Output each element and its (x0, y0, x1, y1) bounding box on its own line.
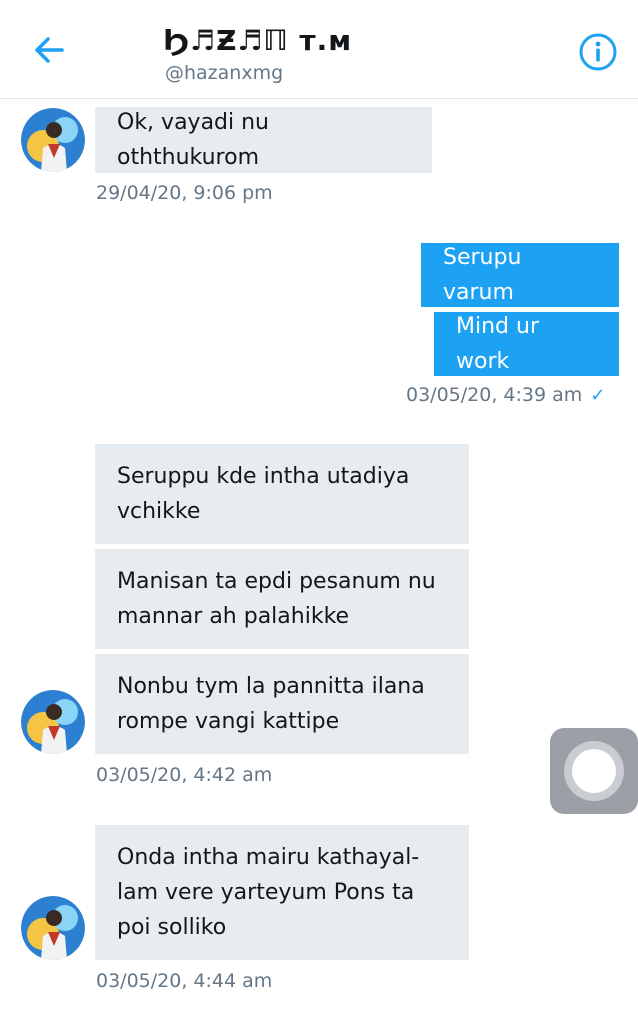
message-line: mannar ah palahikke (117, 604, 350, 629)
avatar[interactable] (21, 896, 85, 960)
message-text: Seruppu kde intha utadiya vchikke (117, 459, 409, 529)
message-bubble[interactable]: Seruppu kde intha utadiya vchikke (95, 444, 469, 544)
check-icon: ✓ (590, 385, 606, 406)
assistive-touch-icon[interactable] (550, 728, 638, 814)
message-line: Nonbu tym la pannitta ilana (117, 674, 425, 699)
message-timestamp: 03/05/20, 4:44 am (96, 970, 273, 992)
message-timestamp-text: 03/05/20, 4:39 am (406, 384, 583, 406)
conversation-title[interactable]: Ϧ♬Ƶ♬ℿ т.м (163, 24, 352, 57)
message-bubble[interactable]: Mind ur work (434, 312, 619, 376)
message-bubble[interactable]: Onda intha mairu kathayal- lam vere yart… (95, 825, 469, 960)
message-line: lam vere yarteyum Pons ta (117, 880, 415, 905)
message-bubble[interactable]: Nonbu tym la pannitta ilana rompe vangi … (95, 654, 469, 754)
message-bubble[interactable]: Serupu varum (421, 243, 619, 307)
message-timestamp: 29/04/20, 9:06 pm (96, 182, 273, 204)
message-bubble[interactable]: Ok, vayadi nu oththukurom (95, 107, 432, 173)
back-arrow-icon[interactable] (30, 30, 70, 70)
message-bubble[interactable]: Manisan ta epdi pesanum nu mannar ah pal… (95, 549, 469, 649)
message-text: Serupu varum (443, 245, 522, 305)
message-text: Manisan ta epdi pesanum nu mannar ah pal… (117, 564, 436, 634)
message-text: Ok, vayadi nu oththukurom (117, 110, 270, 170)
message-timestamp: 03/05/20, 4:42 am (96, 764, 273, 786)
message-line: poi solliko (117, 915, 227, 940)
message-line: Seruppu kde intha utadiya (117, 464, 410, 489)
message-line: Manisan ta epdi pesanum nu (117, 569, 436, 594)
info-icon[interactable] (578, 32, 618, 72)
avatar[interactable] (21, 108, 85, 172)
conversation-handle[interactable]: @hazanxmg (165, 62, 283, 84)
assistive-touch-ring (564, 741, 624, 801)
conversation-header: Ϧ♬Ƶ♬ℿ т.м @hazanxmg (0, 0, 638, 99)
message-text: Mind ur work (456, 314, 539, 374)
message-line: vchikke (117, 499, 201, 524)
assistive-touch-core (572, 749, 616, 793)
message-line: Onda intha mairu kathayal- (117, 845, 420, 870)
message-text: Nonbu tym la pannitta ilana rompe vangi … (117, 669, 425, 739)
message-text: Onda intha mairu kathayal- lam vere yart… (117, 840, 419, 945)
message-line: rompe vangi kattipe (117, 709, 340, 734)
message-timestamp: 03/05/20, 4:39 am ✓ (406, 384, 605, 406)
avatar[interactable] (21, 690, 85, 754)
